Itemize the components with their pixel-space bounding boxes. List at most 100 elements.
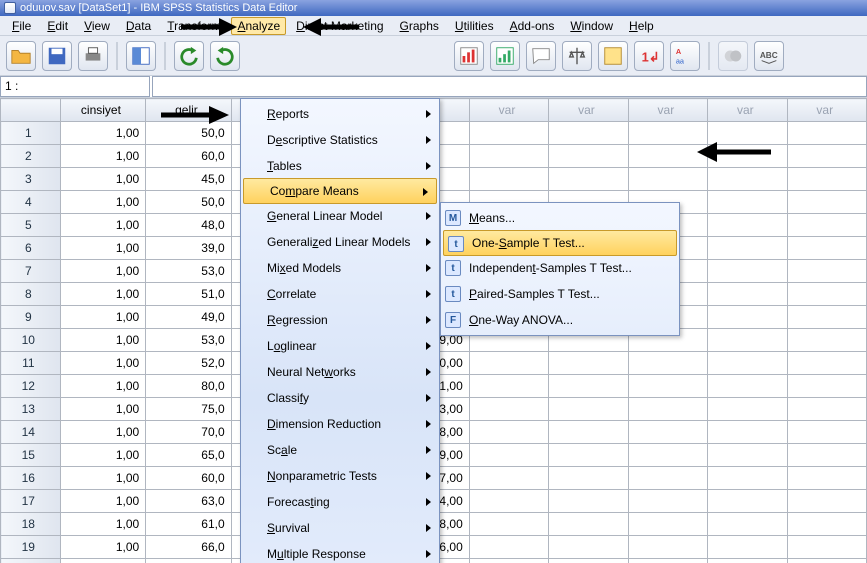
cell[interactable] — [469, 145, 548, 168]
row-header[interactable]: 12 — [1, 375, 61, 398]
redo-button[interactable] — [210, 41, 240, 71]
cell[interactable] — [469, 444, 548, 467]
cell[interactable] — [628, 444, 707, 467]
cell[interactable] — [469, 352, 548, 375]
cell[interactable]: 60,0 — [146, 467, 231, 490]
cell[interactable]: 52,0 — [146, 352, 231, 375]
analyze-item-reports[interactable]: Reports — [241, 101, 439, 127]
row-header[interactable]: 19 — [1, 536, 61, 559]
cell[interactable] — [708, 352, 787, 375]
cell[interactable]: 65,0 — [146, 444, 231, 467]
cell[interactable] — [708, 214, 787, 237]
cell[interactable] — [549, 490, 628, 513]
active-cell-value[interactable] — [152, 76, 867, 97]
chat-btn[interactable] — [526, 41, 556, 71]
analyze-item-dimension-reduction[interactable]: Dimension Reduction — [241, 411, 439, 437]
cell[interactable]: 1,00 — [60, 536, 146, 559]
cell[interactable] — [787, 329, 866, 352]
analyze-menu[interactable]: ReportsDescriptive StatisticsTablesCompa… — [240, 98, 440, 563]
row-header[interactable]: 13 — [1, 398, 61, 421]
cell[interactable]: 50,0 — [146, 122, 231, 145]
cell[interactable] — [628, 513, 707, 536]
menu-analyze[interactable]: Analyze — [231, 17, 286, 35]
cell[interactable] — [708, 444, 787, 467]
cell[interactable]: 45,0 — [146, 168, 231, 191]
cell[interactable] — [787, 490, 866, 513]
analyze-item-tables[interactable]: Tables — [241, 153, 439, 179]
cell[interactable] — [628, 490, 707, 513]
analyze-item-compare-means[interactable]: Compare Means — [243, 178, 437, 204]
cell[interactable] — [628, 122, 707, 145]
cell[interactable] — [708, 375, 787, 398]
cell[interactable] — [549, 122, 628, 145]
column-header[interactable]: var — [628, 99, 707, 122]
cell[interactable] — [628, 559, 707, 563]
undo-button[interactable] — [174, 41, 204, 71]
cell[interactable] — [787, 306, 866, 329]
cell[interactable] — [469, 398, 548, 421]
cell[interactable] — [787, 237, 866, 260]
cell[interactable]: 1,00 — [60, 467, 146, 490]
cell[interactable] — [549, 444, 628, 467]
analyze-item-survival[interactable]: Survival — [241, 515, 439, 541]
cell[interactable] — [708, 513, 787, 536]
column-header[interactable] — [1, 99, 61, 122]
circles-btn[interactable] — [718, 41, 748, 71]
cell[interactable] — [549, 536, 628, 559]
cell[interactable] — [469, 467, 548, 490]
cell[interactable] — [787, 191, 866, 214]
row-header[interactable]: 3 — [1, 168, 61, 191]
row-header[interactable]: 8 — [1, 283, 61, 306]
cell[interactable] — [628, 375, 707, 398]
cell[interactable] — [787, 352, 866, 375]
column-header[interactable]: gelir — [146, 99, 231, 122]
cell[interactable]: 1,00 — [60, 260, 146, 283]
ruler-btn[interactable] — [598, 41, 628, 71]
row-header[interactable]: 16 — [1, 467, 61, 490]
cell[interactable] — [549, 168, 628, 191]
cell[interactable] — [708, 260, 787, 283]
cell[interactable]: 60,0 — [146, 145, 231, 168]
cell[interactable]: 50,0 — [146, 191, 231, 214]
cell[interactable] — [469, 513, 548, 536]
cell[interactable]: 1,00 — [60, 168, 146, 191]
cell[interactable] — [787, 513, 866, 536]
cell[interactable] — [469, 122, 548, 145]
analyze-item-classify[interactable]: Classify — [241, 385, 439, 411]
cell[interactable]: 63,0 — [146, 490, 231, 513]
cell[interactable]: 39,0 — [146, 237, 231, 260]
menu-file[interactable]: File — [6, 17, 37, 35]
menu-view[interactable]: View — [78, 17, 116, 35]
cell[interactable] — [787, 559, 866, 563]
row-header[interactable]: 15 — [1, 444, 61, 467]
menu-help[interactable]: Help — [623, 17, 660, 35]
cell[interactable] — [708, 421, 787, 444]
cell[interactable]: 48,0 — [146, 214, 231, 237]
cell[interactable] — [628, 398, 707, 421]
menu-graphs[interactable]: Graphs — [394, 17, 445, 35]
cell[interactable]: 68,0 — [146, 559, 231, 563]
save-button[interactable] — [42, 41, 72, 71]
menu-edit[interactable]: Edit — [41, 17, 74, 35]
cell[interactable] — [787, 398, 866, 421]
cell[interactable] — [787, 444, 866, 467]
cell[interactable] — [549, 398, 628, 421]
cell[interactable] — [787, 536, 866, 559]
cell[interactable] — [708, 237, 787, 260]
row-header[interactable]: 5 — [1, 214, 61, 237]
menu-data[interactable]: Data — [120, 17, 157, 35]
row-header[interactable]: 4 — [1, 191, 61, 214]
cell[interactable] — [628, 421, 707, 444]
recall-dialog-button[interactable] — [126, 41, 156, 71]
column-header[interactable]: cinsiyet — [60, 99, 146, 122]
cell[interactable]: 1,00 — [60, 237, 146, 260]
cell[interactable] — [708, 490, 787, 513]
cell[interactable]: 1,00 — [60, 513, 146, 536]
cell[interactable] — [469, 559, 548, 563]
cell[interactable] — [628, 145, 707, 168]
cell[interactable] — [787, 467, 866, 490]
cell[interactable]: 53,0 — [146, 260, 231, 283]
analyze-item-regression[interactable]: Regression — [241, 307, 439, 333]
row-header[interactable]: 18 — [1, 513, 61, 536]
cell[interactable] — [787, 168, 866, 191]
